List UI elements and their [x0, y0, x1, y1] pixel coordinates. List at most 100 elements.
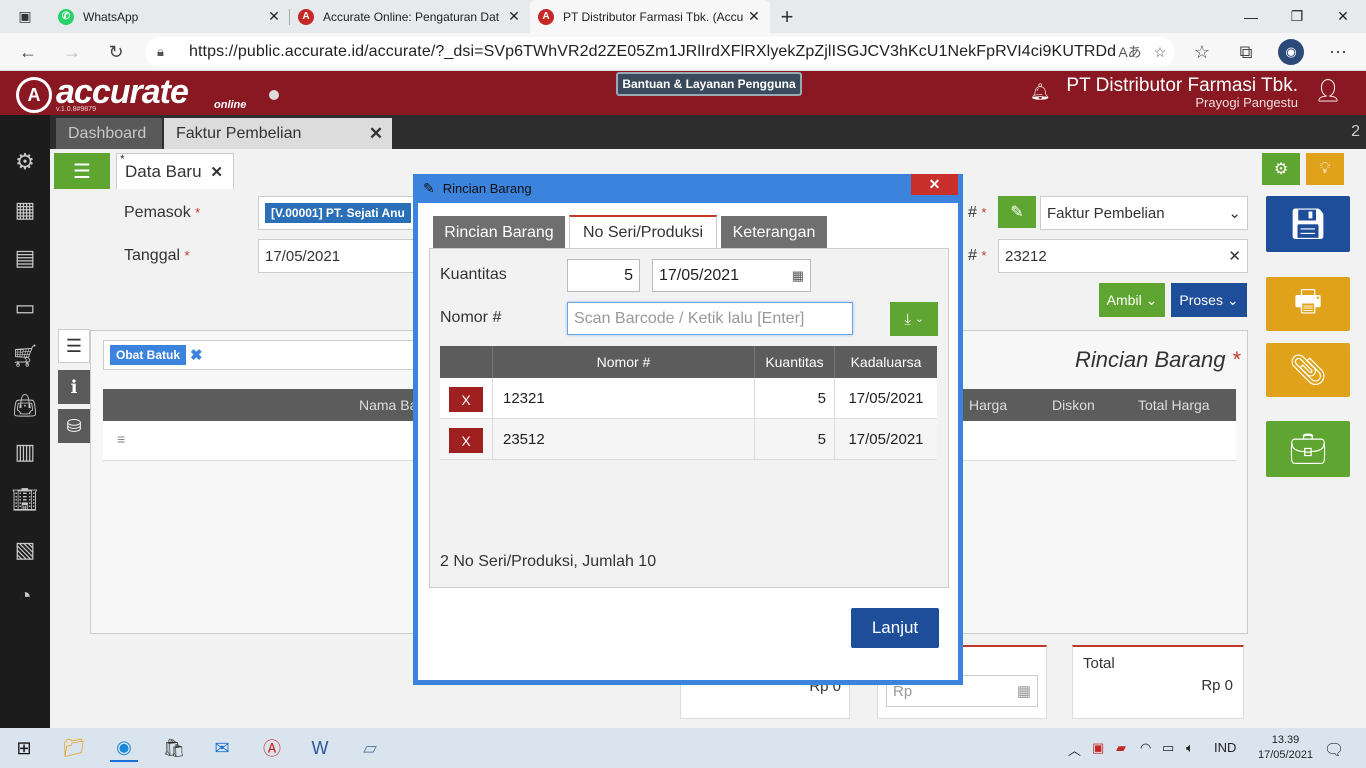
tab-no-seri-produksi[interactable]: No Seri/Produksi	[569, 215, 717, 249]
tray-security-icon[interactable]: ▰	[1116, 740, 1126, 756]
dialog-close-button[interactable]: ✕	[911, 174, 958, 195]
clear-icon[interactable]: ✕	[1228, 247, 1241, 265]
language-indicator[interactable]: IND	[1214, 740, 1236, 755]
minimize-icon[interactable]: —	[1228, 0, 1274, 33]
list-view-button[interactable]: ☰	[54, 153, 110, 189]
address-bar: ← → ↻ 🔒︎ https://public.accurate.id/accu…	[0, 33, 1366, 71]
nomor-faktur-field[interactable]: 23212 ✕	[998, 239, 1248, 273]
close-tab-icon[interactable]: ✕	[506, 8, 522, 25]
profile-avatar[interactable]: ◉	[1278, 39, 1304, 65]
help-button[interactable]: Bantuan & Layanan Pengguna	[616, 72, 802, 96]
tipe-select[interactable]: Faktur Pembelian ⌄	[1040, 196, 1248, 230]
lanjut-button[interactable]: Lanjut	[851, 608, 939, 648]
url-field[interactable]: 🔒︎ https://public.accurate.id/accurate/?…	[145, 37, 1175, 67]
ambil-button[interactable]: Ambil ⌄	[1099, 283, 1165, 317]
file-explorer-icon[interactable]: 📁︎	[60, 734, 88, 762]
favorites-icon[interactable]: ☆	[1188, 38, 1216, 66]
tab-faktur-pembelian[interactable]: Faktur Pembelian	[164, 118, 360, 149]
tax-icon[interactable]: ▧	[10, 535, 40, 565]
mail-icon[interactable]: ✉	[208, 734, 236, 762]
serial-number: 12321	[492, 378, 754, 419]
close-subtab-icon[interactable]: ✕	[210, 163, 223, 181]
report-pie-icon[interactable]: ◔	[10, 581, 40, 611]
browser-tab-whatsapp[interactable]: ✆ WhatsApp ✕	[50, 0, 290, 33]
lightbulb-icon[interactable]: 💡︎	[1306, 153, 1344, 185]
building-icon[interactable]: 🏢︎	[10, 485, 40, 515]
close-tab-icon[interactable]: ✕	[746, 8, 762, 25]
kadaluarsa-date-input[interactable]: 17/05/2021 ▦	[652, 259, 811, 292]
system-clock[interactable]: 13.39 17/05/2021	[1258, 733, 1313, 763]
browser-tab-accurate-settings[interactable]: A Accurate Online: Pengaturan Dat ✕	[290, 0, 530, 33]
bag-icon[interactable]: 👜︎	[10, 391, 40, 421]
cart-icon[interactable]: 🛒︎	[10, 341, 40, 371]
calendar-icon[interactable]: ▦	[792, 268, 804, 284]
print-button[interactable]: 🖶	[1266, 277, 1350, 331]
calculator-icon[interactable]: ▦	[1017, 682, 1031, 700]
nomor-seri-input[interactable]: Scan Barcode / Ketik lalu [Enter]	[567, 302, 853, 335]
remove-row-button[interactable]: X	[449, 387, 483, 412]
more-menu-icon[interactable]: ⋯	[1324, 38, 1352, 66]
close-window-icon[interactable]: ✕	[1320, 0, 1366, 33]
collections-icon[interactable]: ⧉	[1232, 38, 1260, 66]
word-icon[interactable]: W	[306, 734, 334, 762]
kuantitas-input[interactable]: 5	[567, 259, 640, 292]
user-icon[interactable]: 👤︎	[1310, 78, 1346, 108]
tab-rincian-barang[interactable]: Rincian Barang	[433, 216, 565, 249]
item-search-field[interactable]: Obat Batuk ✖	[103, 340, 423, 370]
open-tab-count[interactable]: 2	[1351, 123, 1360, 141]
battery-icon[interactable]: ▭	[1162, 740, 1174, 756]
tray-chevron-icon[interactable]: ︿	[1068, 740, 1081, 759]
cabinet-icon[interactable]: ▥	[10, 437, 40, 467]
forward-icon[interactable]: →	[58, 38, 86, 66]
save-button[interactable]: 💾︎	[1266, 196, 1350, 252]
settings-gear-icon[interactable]: ⚙	[10, 147, 40, 177]
close-tab-icon[interactable]: ✕	[266, 8, 282, 25]
table-row[interactable]: X 23512 5 17/05/2021	[440, 419, 937, 460]
restore-icon[interactable]: ❐	[1274, 0, 1320, 33]
total-label: Total	[1083, 655, 1115, 672]
close-page-tab-icon[interactable]: ✕	[360, 118, 392, 149]
favorite-add-icon[interactable]: ☆	[1145, 44, 1175, 61]
proses-button[interactable]: Proses ⌄	[1171, 283, 1247, 317]
ledger-icon[interactable]: ▤	[10, 243, 40, 273]
detail-list-tab[interactable]: ☰	[58, 329, 90, 363]
dialog-title-bar[interactable]: ✎ Rincian Barang	[413, 174, 963, 203]
import-download-button[interactable]: ⤓ ⌄	[890, 302, 938, 336]
refresh-icon[interactable]: ↻	[102, 38, 130, 66]
store-icon[interactable]: 🛍︎	[160, 734, 188, 762]
remove-tag-icon[interactable]: ✖	[190, 346, 203, 364]
table-row[interactable]: X 12321 5 17/05/2021	[440, 378, 937, 419]
settings-gear-icon[interactable]: ⚙	[1262, 153, 1300, 185]
read-aloud-icon[interactable]: Aあ	[1115, 42, 1145, 62]
tray-app-icon[interactable]: ▣	[1092, 740, 1104, 756]
section-title: Rincian Barang *	[1075, 347, 1241, 372]
info-tab[interactable]: ℹ	[58, 370, 90, 404]
browser-tab-distributor[interactable]: A PT Distributor Farmasi Tbk. (Accu ✕	[530, 0, 770, 33]
windows-start-icon[interactable]: ⊞	[10, 734, 38, 762]
taskbar: ⊞ 📁︎ ◉ 🛍︎ ✉ Ⓐ W ▱ ︿ ▣ ▰ ◠ ▭ 🔈︎ IND 13.39…	[0, 728, 1366, 768]
serial-expiry: 17/05/2021	[834, 378, 937, 419]
cost-tab[interactable]: ⛁	[58, 409, 90, 443]
wifi-icon[interactable]: ◠	[1140, 740, 1151, 756]
tanggal-field[interactable]: 17/05/2021	[258, 239, 418, 273]
window-menu-icon[interactable]: ▣	[0, 0, 50, 33]
pemasok-field[interactable]: [V.00001] PT. Sejati Anu	[258, 196, 418, 230]
tab-keterangan[interactable]: Keterangan	[721, 216, 827, 249]
edit-pencil-icon[interactable]: ✎	[998, 196, 1036, 228]
notification-icon[interactable]: 🗨︎	[1324, 740, 1344, 760]
volume-icon[interactable]: 🔈︎	[1186, 740, 1194, 756]
notepad-icon[interactable]: ▱	[356, 734, 384, 762]
subtab-data-baru[interactable]: * Data Baru ✕	[116, 152, 234, 189]
back-icon[interactable]: ←	[14, 38, 42, 66]
accurate-app-icon[interactable]: Ⓐ	[258, 734, 286, 762]
drag-handle-icon[interactable]: ≡	[117, 431, 125, 447]
remove-row-button[interactable]: X	[449, 428, 483, 453]
new-tab-button[interactable]: +	[770, 0, 804, 33]
modules-grid-icon[interactable]: ▦	[10, 195, 40, 225]
attachment-button[interactable]: 📎︎	[1266, 343, 1350, 397]
bell-icon[interactable]: 🔔︎	[1030, 82, 1050, 102]
tools-briefcase-button[interactable]: 💼︎	[1266, 421, 1350, 477]
edge-browser-icon[interactable]: ◉	[110, 734, 138, 762]
wallet-icon[interactable]: ▭	[10, 293, 40, 323]
tab-dashboard[interactable]: Dashboard	[56, 118, 162, 149]
